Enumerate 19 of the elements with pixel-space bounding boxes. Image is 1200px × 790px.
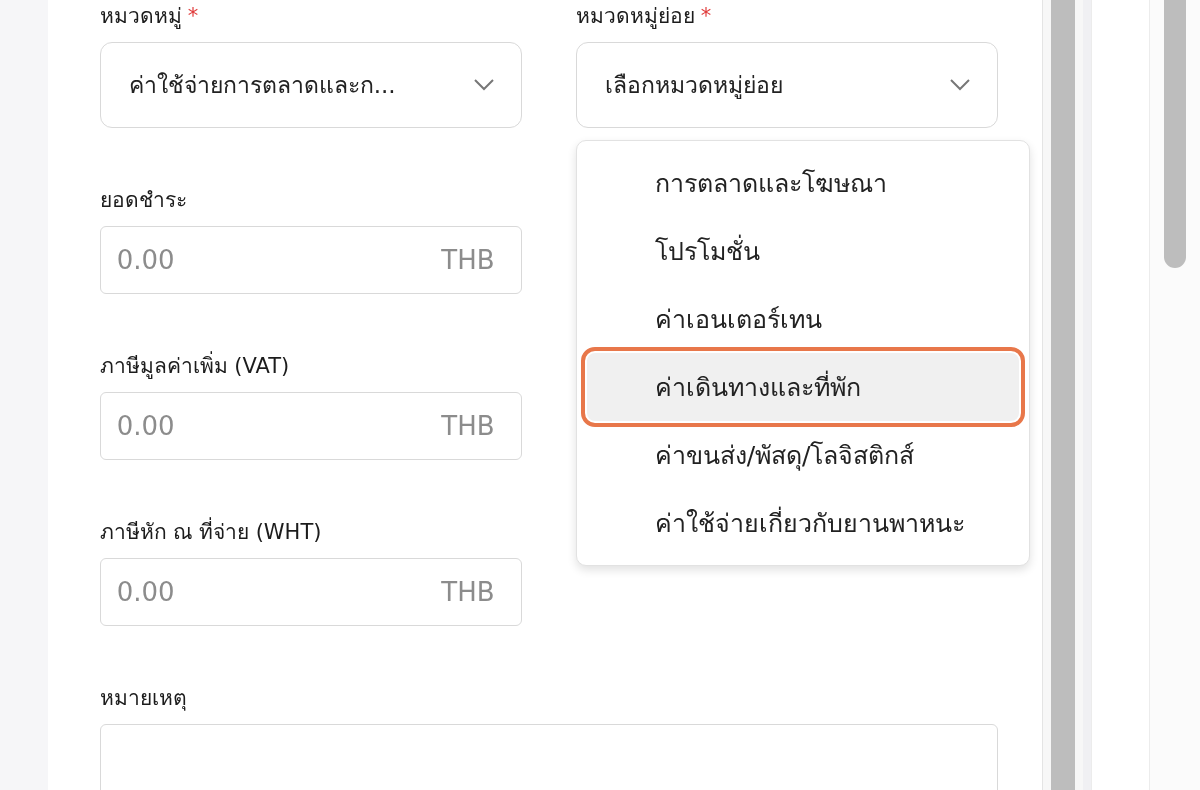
dropdown-option[interactable]: ค่าขนส่ง/พัสดุ/โลจิสติกส์ [586, 421, 1019, 489]
dropdown-option[interactable]: ค่าเอนเตอร์เทน [586, 285, 1019, 353]
dropdown-option[interactable]: ค่าใช้จ่ายเกี่ยวกับยานพาหนะ [586, 489, 1019, 557]
field-label: หมวดหมู่ย่อย * [575, 3, 713, 31]
field-label: ภาษีหัก ณ ที่จ่าย (WHT) [99, 516, 522, 548]
chevron-down-icon [948, 78, 971, 92]
dropdown-option[interactable]: โปรโมชั่น [586, 217, 1019, 285]
field-label: ภาษีมูลค่าเพิ่ม (VAT) [99, 350, 522, 382]
scrollbar-thumb[interactable] [1164, 0, 1187, 268]
field-label: หมวดหมู่ * [99, 3, 200, 31]
dropdown-option[interactable]: การตลาดและโฆษณา [586, 149, 1019, 217]
chevron-down-icon [472, 78, 495, 92]
category-select[interactable]: ค่าใช้จ่ายการตลาดและก... [99, 42, 522, 128]
field-label: หมายเหตุ [99, 685, 188, 713]
scrollbar-thumb[interactable] [1051, 0, 1075, 790]
field-label: ยอดชำระ [99, 187, 188, 214]
subcategory-select[interactable]: เลือกหมวดหมู่ย่อย [575, 42, 998, 128]
required-mark: * [700, 4, 712, 28]
required-mark: * [187, 4, 199, 28]
